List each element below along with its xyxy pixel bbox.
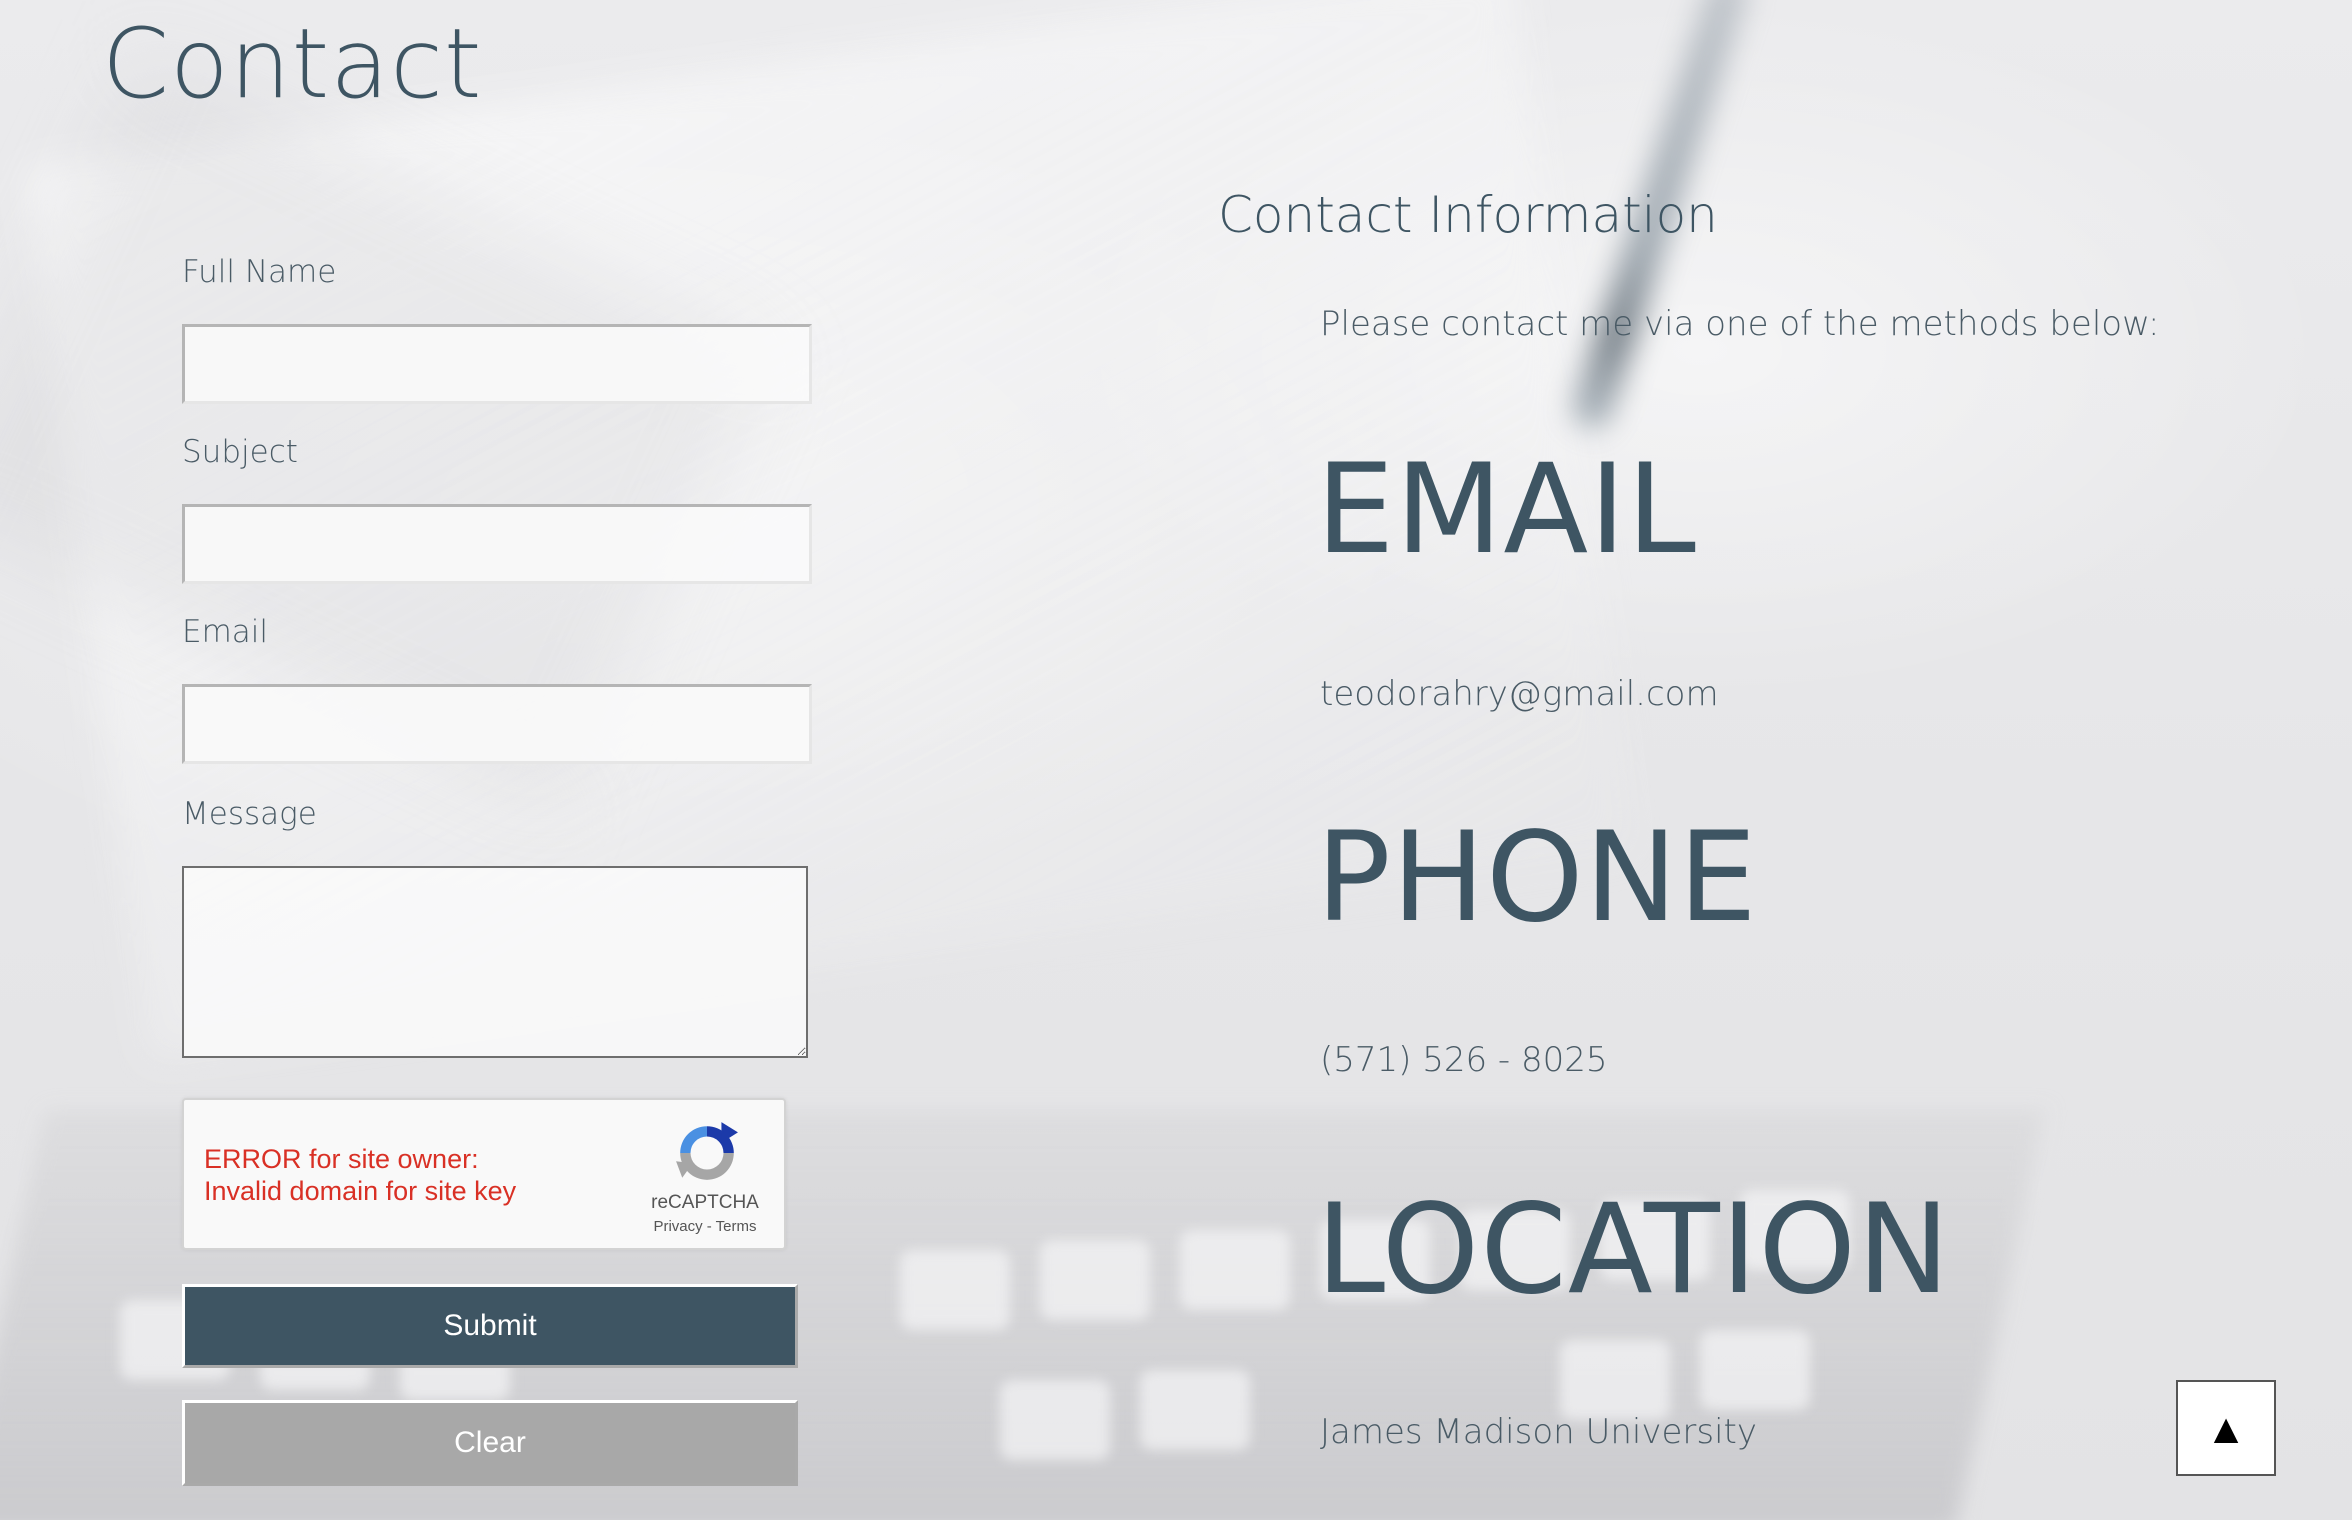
contact-intro-text: Please contact me via one of the methods… — [1320, 304, 2160, 344]
email-address[interactable]: teodorahry@gmail.com — [1320, 674, 1719, 714]
scroll-to-top-button[interactable]: ▲ — [2176, 1380, 2276, 1476]
location-value: James Madison University — [1320, 1412, 1758, 1452]
location-heading: LOCATION — [1316, 1178, 1951, 1322]
triangle-up-icon: ▲ — [2213, 1409, 2239, 1447]
contact-information-section: Contact Information Please contact me vi… — [0, 0, 2352, 1520]
email-heading: EMAIL — [1316, 438, 1697, 582]
phone-heading: PHONE — [1316, 806, 1758, 950]
contact-information-title: Contact Information — [1218, 186, 1718, 244]
phone-number[interactable]: (571) 526 - 8025 — [1320, 1040, 1608, 1080]
